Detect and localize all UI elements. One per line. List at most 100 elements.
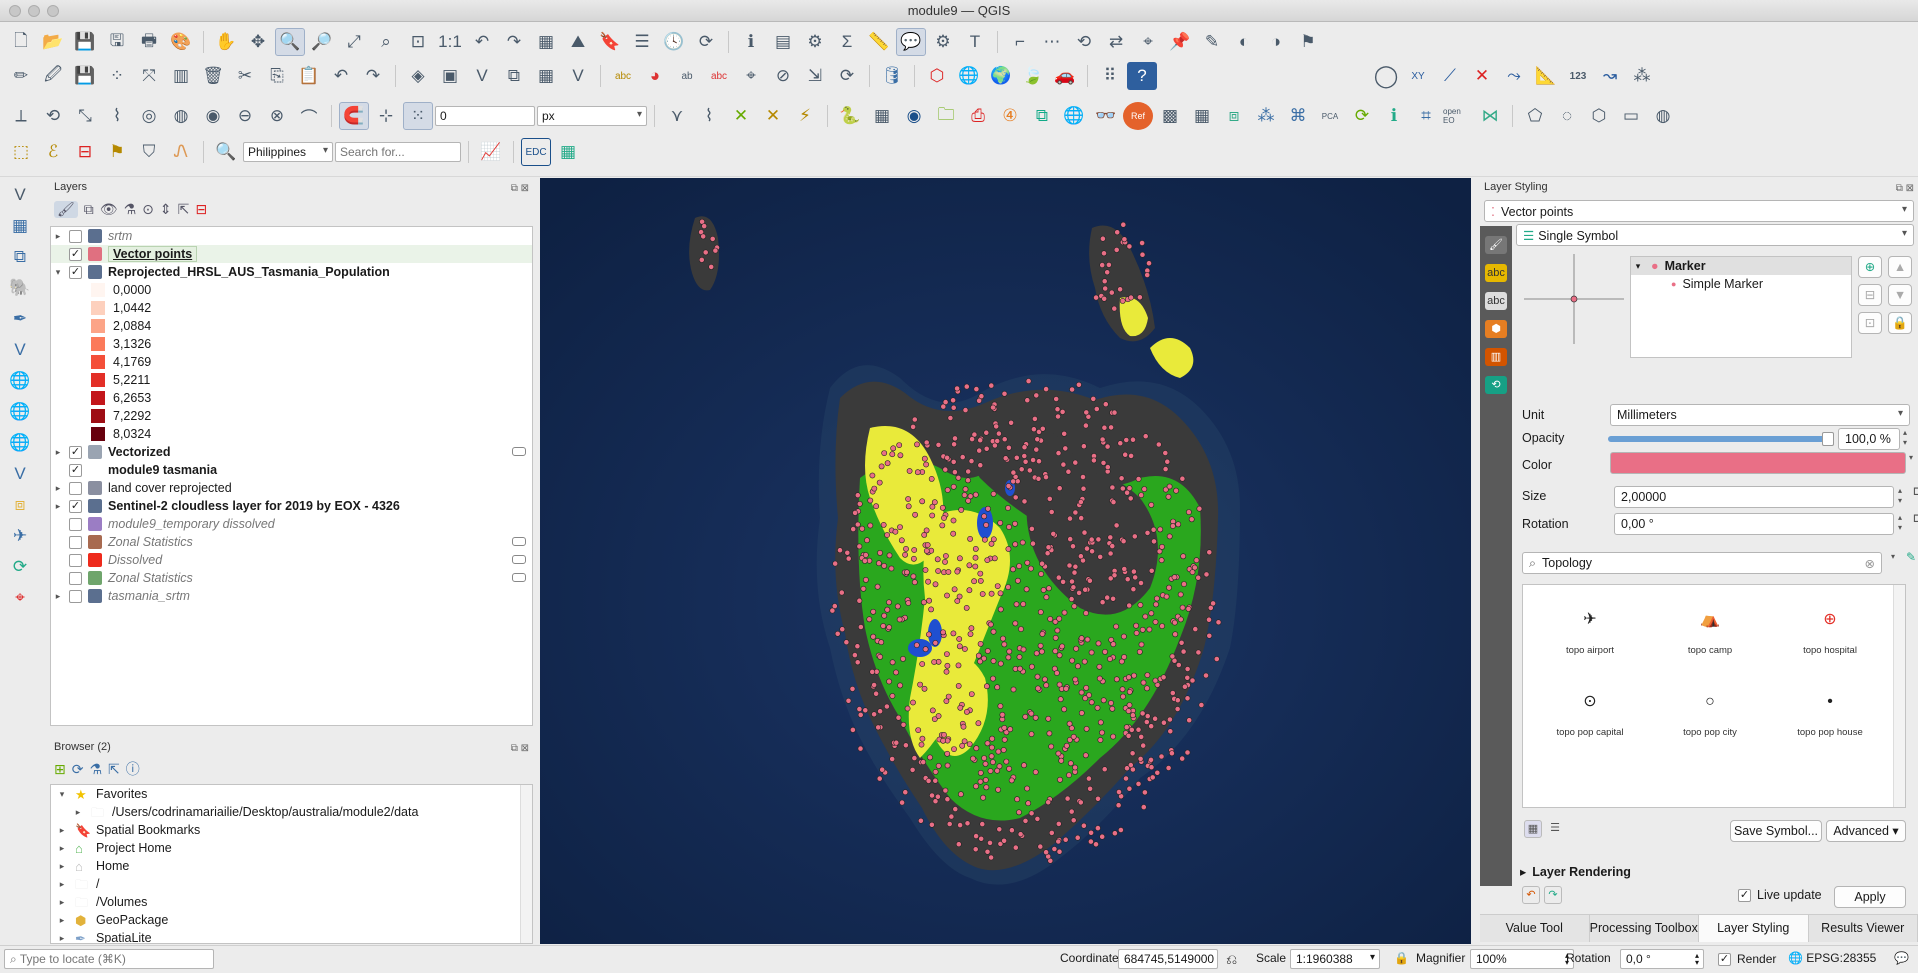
route-tool-icon[interactable]: ↝ (1595, 62, 1625, 90)
show-bookmarks-icon[interactable]: ☰ (627, 28, 657, 56)
plugin-stack-icon[interactable]: ⧈ (1219, 102, 1249, 130)
browser-item[interactable]: ▸ 🗀 / (51, 875, 532, 893)
expand-arrow-icon[interactable]: ▸ (71, 807, 85, 818)
layer-row[interactable]: ✓ module9 tasmania (51, 461, 532, 479)
symbol-search-input[interactable]: ⌕ Topology ⊗ (1522, 552, 1882, 574)
opacity-value[interactable]: 100,0 % (1838, 428, 1900, 450)
plugin-folder-icon[interactable]: 🗀 (931, 102, 961, 130)
change-label-icon[interactable]: ◑ (1261, 28, 1291, 56)
plugin-car-icon[interactable]: 🚗 (1050, 62, 1080, 90)
locator-input[interactable]: ⌕ Type to locate (⌘K) (4, 949, 214, 969)
live-update-checkbox[interactable]: ✓ Live update (1738, 888, 1822, 902)
plugin-grid2-icon[interactable]: ▦ (1187, 102, 1217, 130)
size-data-defined-icon[interactable]: ⊏ (1910, 484, 1918, 508)
layer-visibility-checkbox[interactable]: ✓ (69, 247, 82, 261)
move-up-icon[interactable]: ▲ (1888, 256, 1912, 278)
intersection-snap-icon[interactable]: ✕ (758, 102, 788, 130)
cut-features-icon[interactable]: ✂ (230, 62, 260, 90)
self-snap-icon[interactable]: ⚡ (790, 102, 820, 130)
marker-row[interactable]: ▾ ● Marker (1631, 257, 1851, 275)
intersect-tool-icon[interactable]: ✕ (1467, 62, 1497, 90)
layer-filter-icon[interactable] (512, 573, 526, 582)
manage-map-themes-icon[interactable]: 👁 (100, 201, 118, 218)
map-tips-icon[interactable]: 💬 (896, 28, 926, 56)
add-raster-icon[interactable]: ▣ (435, 62, 465, 90)
layer-visibility-checkbox[interactable] (69, 481, 82, 495)
layer-row[interactable]: ▸ srtm (51, 227, 532, 245)
delete-selected-icon[interactable]: 🗑 (198, 62, 228, 90)
edc-icon[interactable]: EDC (521, 138, 551, 166)
bookmark-new-icon[interactable]: 🔖 (595, 28, 625, 56)
new-project-icon[interactable]: 🗋 (6, 28, 36, 56)
dock-tab[interactable]: Processing Toolbox (1589, 915, 1699, 942)
save-project-icon[interactable]: 💾 (70, 28, 100, 56)
size-spinner-icon[interactable]: ▴ ▾ (1895, 486, 1905, 508)
move-diagram-icon[interactable]: ⇲ (800, 62, 830, 90)
select-freehand-icon[interactable]: ⬡ (1584, 102, 1614, 130)
identify-icon[interactable]: ℹ (736, 28, 766, 56)
highlight-label-icon[interactable]: ✎ (1197, 28, 1227, 56)
add-wms-icon[interactable]: 🌐 (5, 367, 35, 395)
expand-arrow-icon[interactable]: ▸ (51, 231, 65, 242)
scale-feature-icon[interactable]: ⤡ (70, 102, 100, 130)
messages-icon[interactable]: 💬 (1894, 951, 1909, 965)
text-annotation-icon[interactable]: T (960, 28, 990, 56)
plugin-info-icon[interactable]: ℹ (1379, 102, 1409, 130)
3d-view-tab-icon[interactable]: ⬢ (1485, 320, 1507, 338)
layer-filter-icon[interactable] (512, 537, 526, 546)
remove-layer-icon[interactable]: ⊟ (195, 201, 207, 218)
add-symbol-layer-icon[interactable]: ⊕ (1858, 256, 1882, 278)
plugin-shield-icon[interactable]: ⛉ (134, 138, 164, 166)
add-delimited-text-icon[interactable]: ▦ (531, 62, 561, 90)
diagrams-tab-icon[interactable]: ▥ (1485, 348, 1507, 366)
plugin-pca-icon[interactable]: PCA (1315, 102, 1345, 130)
plugin-nodes-icon[interactable]: ⁂ (1251, 102, 1281, 130)
browser-item[interactable]: ▸ ✒ SpatiaLite (51, 929, 532, 943)
size-input[interactable]: 2,00000 (1614, 486, 1894, 508)
add-virtual-layer-icon[interactable]: V (563, 62, 593, 90)
renderer-select[interactable]: ☰ Single Symbol (1516, 224, 1914, 246)
refresh-icon[interactable]: ⟳ (691, 28, 721, 56)
toggle-editing-icon[interactable]: 🖉 (38, 62, 68, 90)
attribute-table-icon[interactable]: ▤ (768, 28, 798, 56)
layer-visibility-checkbox[interactable] (69, 553, 82, 567)
lock-layer-icon[interactable]: 🔒 (1888, 312, 1912, 334)
vertex-tool-icon[interactable]: ⤧ (134, 62, 164, 90)
expand-arrow-icon[interactable]: ▾ (55, 789, 69, 800)
select-by-location-icon[interactable]: ⚑ (102, 138, 132, 166)
select-radius-icon[interactable]: ◍ (1648, 102, 1678, 130)
browser-item[interactable]: ▸ ⬢ GeoPackage (51, 911, 532, 929)
add-delimited-icon[interactable]: ⧈ (5, 491, 35, 519)
add-postgis-icon[interactable]: 🐘 (5, 274, 35, 302)
pan-to-selection-icon[interactable]: ✥ (243, 28, 273, 56)
redo-icon[interactable]: ↷ (358, 62, 388, 90)
expand-arrow-icon[interactable]: ▸ (55, 897, 69, 908)
zoom-selection-icon[interactable]: ⌕ (371, 28, 401, 56)
add-feature-icon[interactable]: ⁘ (102, 62, 132, 90)
panel-close-icon[interactable]: ⧉ ⊠ (1896, 180, 1914, 198)
rotation-spinner-icon[interactable]: ▴ ▾ (1895, 513, 1905, 535)
panel-close-icon[interactable]: ⧉ ⊠ (511, 740, 529, 758)
zoom-last-icon[interactable]: ↶ (467, 28, 497, 56)
numbering-icon[interactable]: 123 (1563, 62, 1593, 90)
expand-arrow-icon[interactable]: ▸ (55, 825, 69, 836)
snap-tolerance-input[interactable]: 0 (435, 106, 535, 126)
new-map-view-icon[interactable]: ▦ (531, 28, 561, 56)
expand-arrow-icon[interactable]: ▸ (55, 843, 69, 854)
layer-visibility-checkbox[interactable]: ✓ (69, 265, 82, 279)
label-tool-icon[interactable]: ⌖ (1133, 28, 1163, 56)
georeferencer-icon[interactable]: ✈ (5, 522, 35, 550)
label-abc-icon[interactable]: abc (608, 62, 638, 90)
show-hide-label-icon[interactable]: ◐ (1229, 28, 1259, 56)
toggle-extents-icon[interactable]: ⎌ (1226, 951, 1237, 968)
locator-search-input[interactable] (335, 142, 461, 162)
label-properties-icon[interactable]: ⚑ (1293, 28, 1323, 56)
simple-marker-row[interactable]: ● Simple Marker (1631, 275, 1851, 293)
coordinate-field[interactable]: 684745,5149000 (1118, 949, 1218, 969)
plugin-leaf-icon[interactable]: 🍃 (1018, 62, 1048, 90)
crosshair-icon[interactable]: ⌖ (5, 584, 35, 612)
icon-view-icon[interactable]: ▦ (1524, 820, 1542, 838)
profile-tool-icon[interactable]: 📈 (476, 138, 506, 166)
modify-attributes-icon[interactable]: ▥ (166, 62, 196, 90)
pin-label-icon[interactable]: 📌 (1165, 28, 1195, 56)
